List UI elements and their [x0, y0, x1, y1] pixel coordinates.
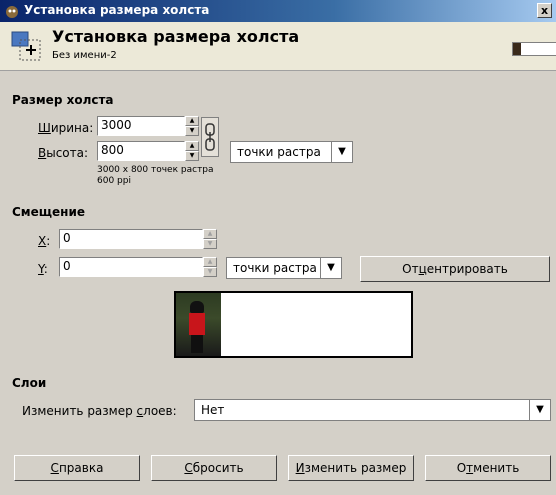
help-button[interactable]: Справка	[14, 455, 140, 481]
resize-button[interactable]: Изменить размер	[288, 455, 414, 481]
canvas-unit-value: точки растра	[237, 145, 321, 159]
canvas-size-icon	[11, 31, 41, 61]
image-thumbnail	[512, 42, 556, 56]
canvas-unit-select[interactable]: точки растра ▼	[230, 141, 353, 163]
height-spinner[interactable]: ▲ ▼	[185, 141, 199, 161]
chevron-down-icon: ▼	[320, 258, 341, 278]
chain-icon	[205, 123, 215, 151]
size-info: 3000 x 800 точек растра	[97, 165, 214, 175]
cancel-button[interactable]: Отменить	[425, 455, 551, 481]
reset-button[interactable]: Сбросить	[151, 455, 277, 481]
layers-heading: Слои	[12, 376, 47, 390]
resize-layers-label: Изменить размер слоев:	[22, 404, 177, 418]
gimp-icon	[6, 6, 18, 18]
offset-unit-select[interactable]: точки растра ▼	[226, 257, 342, 279]
resolution-info: 600 ppi	[97, 176, 131, 186]
width-spinner[interactable]: ▲ ▼	[185, 116, 199, 136]
offset-unit-value: точки растра	[233, 261, 317, 275]
x-offset-spinner[interactable]: ▲ ▼	[203, 229, 217, 249]
x-label: X:	[38, 234, 51, 248]
y-label: Y:	[38, 262, 48, 276]
offset-heading: Смещение	[12, 205, 85, 219]
resize-layers-select[interactable]: Нет ▼	[194, 399, 551, 421]
height-label: Высота:	[38, 146, 89, 160]
y-offset-input[interactable]: 0	[59, 257, 203, 277]
window-title: Установка размера холста	[24, 3, 210, 17]
center-button[interactable]: Отцентрировать	[360, 256, 550, 282]
image-name: Без имени-2	[52, 50, 117, 61]
chain-link-button[interactable]	[201, 117, 219, 157]
chevron-down-icon: ▼	[529, 400, 550, 420]
chevron-down-icon: ▼	[331, 142, 352, 162]
dialog-header: Установка размера холста Без имени-2	[0, 22, 556, 71]
title-bar: Установка размера холста x	[0, 0, 556, 22]
canvas-preview[interactable]	[174, 291, 413, 358]
height-input[interactable]: 800	[97, 141, 185, 161]
dialog-title: Установка размера холста	[52, 27, 300, 46]
x-offset-input[interactable]: 0	[59, 229, 203, 249]
canvas-size-heading: Размер холста	[12, 93, 114, 107]
y-offset-spinner[interactable]: ▲ ▼	[203, 257, 217, 277]
close-button[interactable]: x	[537, 3, 552, 18]
preview-image	[176, 293, 221, 356]
resize-layers-value: Нет	[201, 403, 225, 417]
width-label: Ширина:	[38, 121, 94, 135]
width-input[interactable]: 3000	[97, 116, 185, 136]
